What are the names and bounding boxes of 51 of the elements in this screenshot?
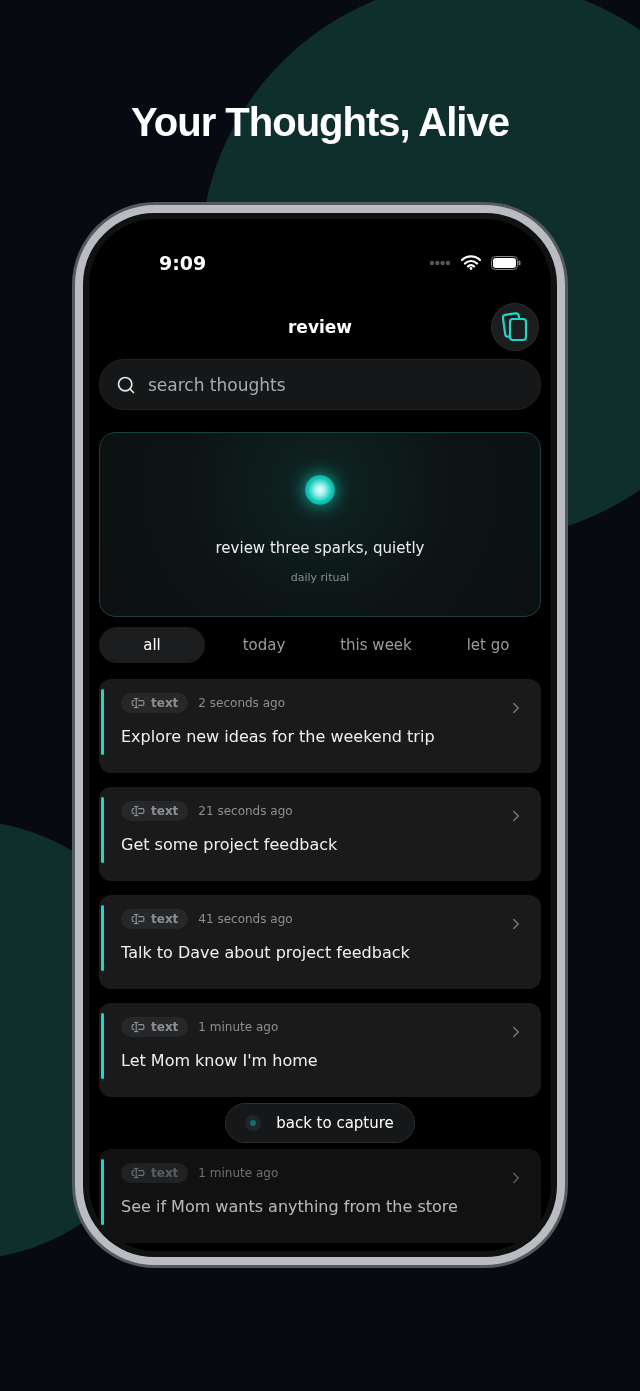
headline: Your Thoughts, Alive <box>131 100 509 145</box>
back-to-capture-button[interactable]: back to capture <box>225 1103 415 1143</box>
timestamp: 1 minute ago <box>198 1020 279 1034</box>
accent-bar <box>101 797 104 863</box>
thought-text: Get some project feedback <box>121 835 339 854</box>
accent-bar <box>101 689 104 755</box>
accent-bar <box>101 905 104 971</box>
timestamp: 41 seconds ago <box>198 912 293 926</box>
filter-tab[interactable]: all <box>99 627 205 663</box>
ritual-title: review three sparks, quietly <box>215 539 425 558</box>
text-type-icon <box>131 696 145 710</box>
cards-button[interactable] <box>491 303 539 352</box>
timestamp: 1 minute ago <box>198 1166 279 1180</box>
screen-title: review <box>287 316 353 337</box>
thought-card[interactable]: text 21 seconds ago Get some project feedback <box>99 787 541 881</box>
thought-text: See if Mom wants anything from the store <box>121 1197 459 1216</box>
signal-icon <box>429 259 451 266</box>
cards-icon <box>502 312 528 343</box>
filter-tab[interactable]: let go <box>435 627 541 663</box>
type-label: text <box>151 912 179 926</box>
wifi-icon <box>461 255 481 271</box>
status-time: 9:09 <box>159 251 207 274</box>
ritual-card[interactable]: review three sparks, quietly daily ritual <box>99 432 541 617</box>
type-label: text <box>151 696 179 710</box>
filter-tab[interactable]: this week <box>323 627 429 663</box>
search-bar[interactable]: search thoughts <box>99 359 541 411</box>
search-icon <box>116 374 136 395</box>
text-type-icon <box>131 1166 145 1180</box>
record-dot-icon <box>244 1114 263 1132</box>
type-label: text <box>151 1020 179 1034</box>
accent-bar <box>101 1159 104 1225</box>
thought-text: Talk to Dave about project feedback <box>121 943 411 962</box>
timestamp: 2 seconds ago <box>198 696 285 710</box>
thought-card[interactable]: text 1 minute ago See if Mom wants anything from the store <box>99 1149 541 1243</box>
glowing-orb-icon <box>305 475 335 506</box>
thought-card[interactable]: text 41 seconds ago Talk to Dave about project feedback <box>99 895 541 989</box>
type-label: text <box>151 1166 179 1180</box>
ritual-subtitle: daily ritual <box>290 571 350 585</box>
search-input[interactable]: search thoughts <box>146 373 524 396</box>
text-type-icon <box>131 912 145 926</box>
timestamp: 21 seconds ago <box>198 804 293 818</box>
thought-card[interactable]: text 1 minute ago Let Mom know I'm home <box>99 1003 541 1097</box>
battery-icon <box>491 255 521 270</box>
type-label: text <box>151 804 179 818</box>
thought-card[interactable]: text 2 seconds ago Explore new ideas for the weekend trip <box>99 679 541 773</box>
accent-bar <box>101 1013 104 1079</box>
text-type-icon <box>131 1020 145 1034</box>
thought-text: Let Mom know I'm home <box>121 1051 319 1070</box>
text-type-icon <box>131 804 145 818</box>
filter-tab[interactable]: today <box>211 627 317 663</box>
thought-text: Explore new ideas for the weekend trip <box>121 727 436 746</box>
